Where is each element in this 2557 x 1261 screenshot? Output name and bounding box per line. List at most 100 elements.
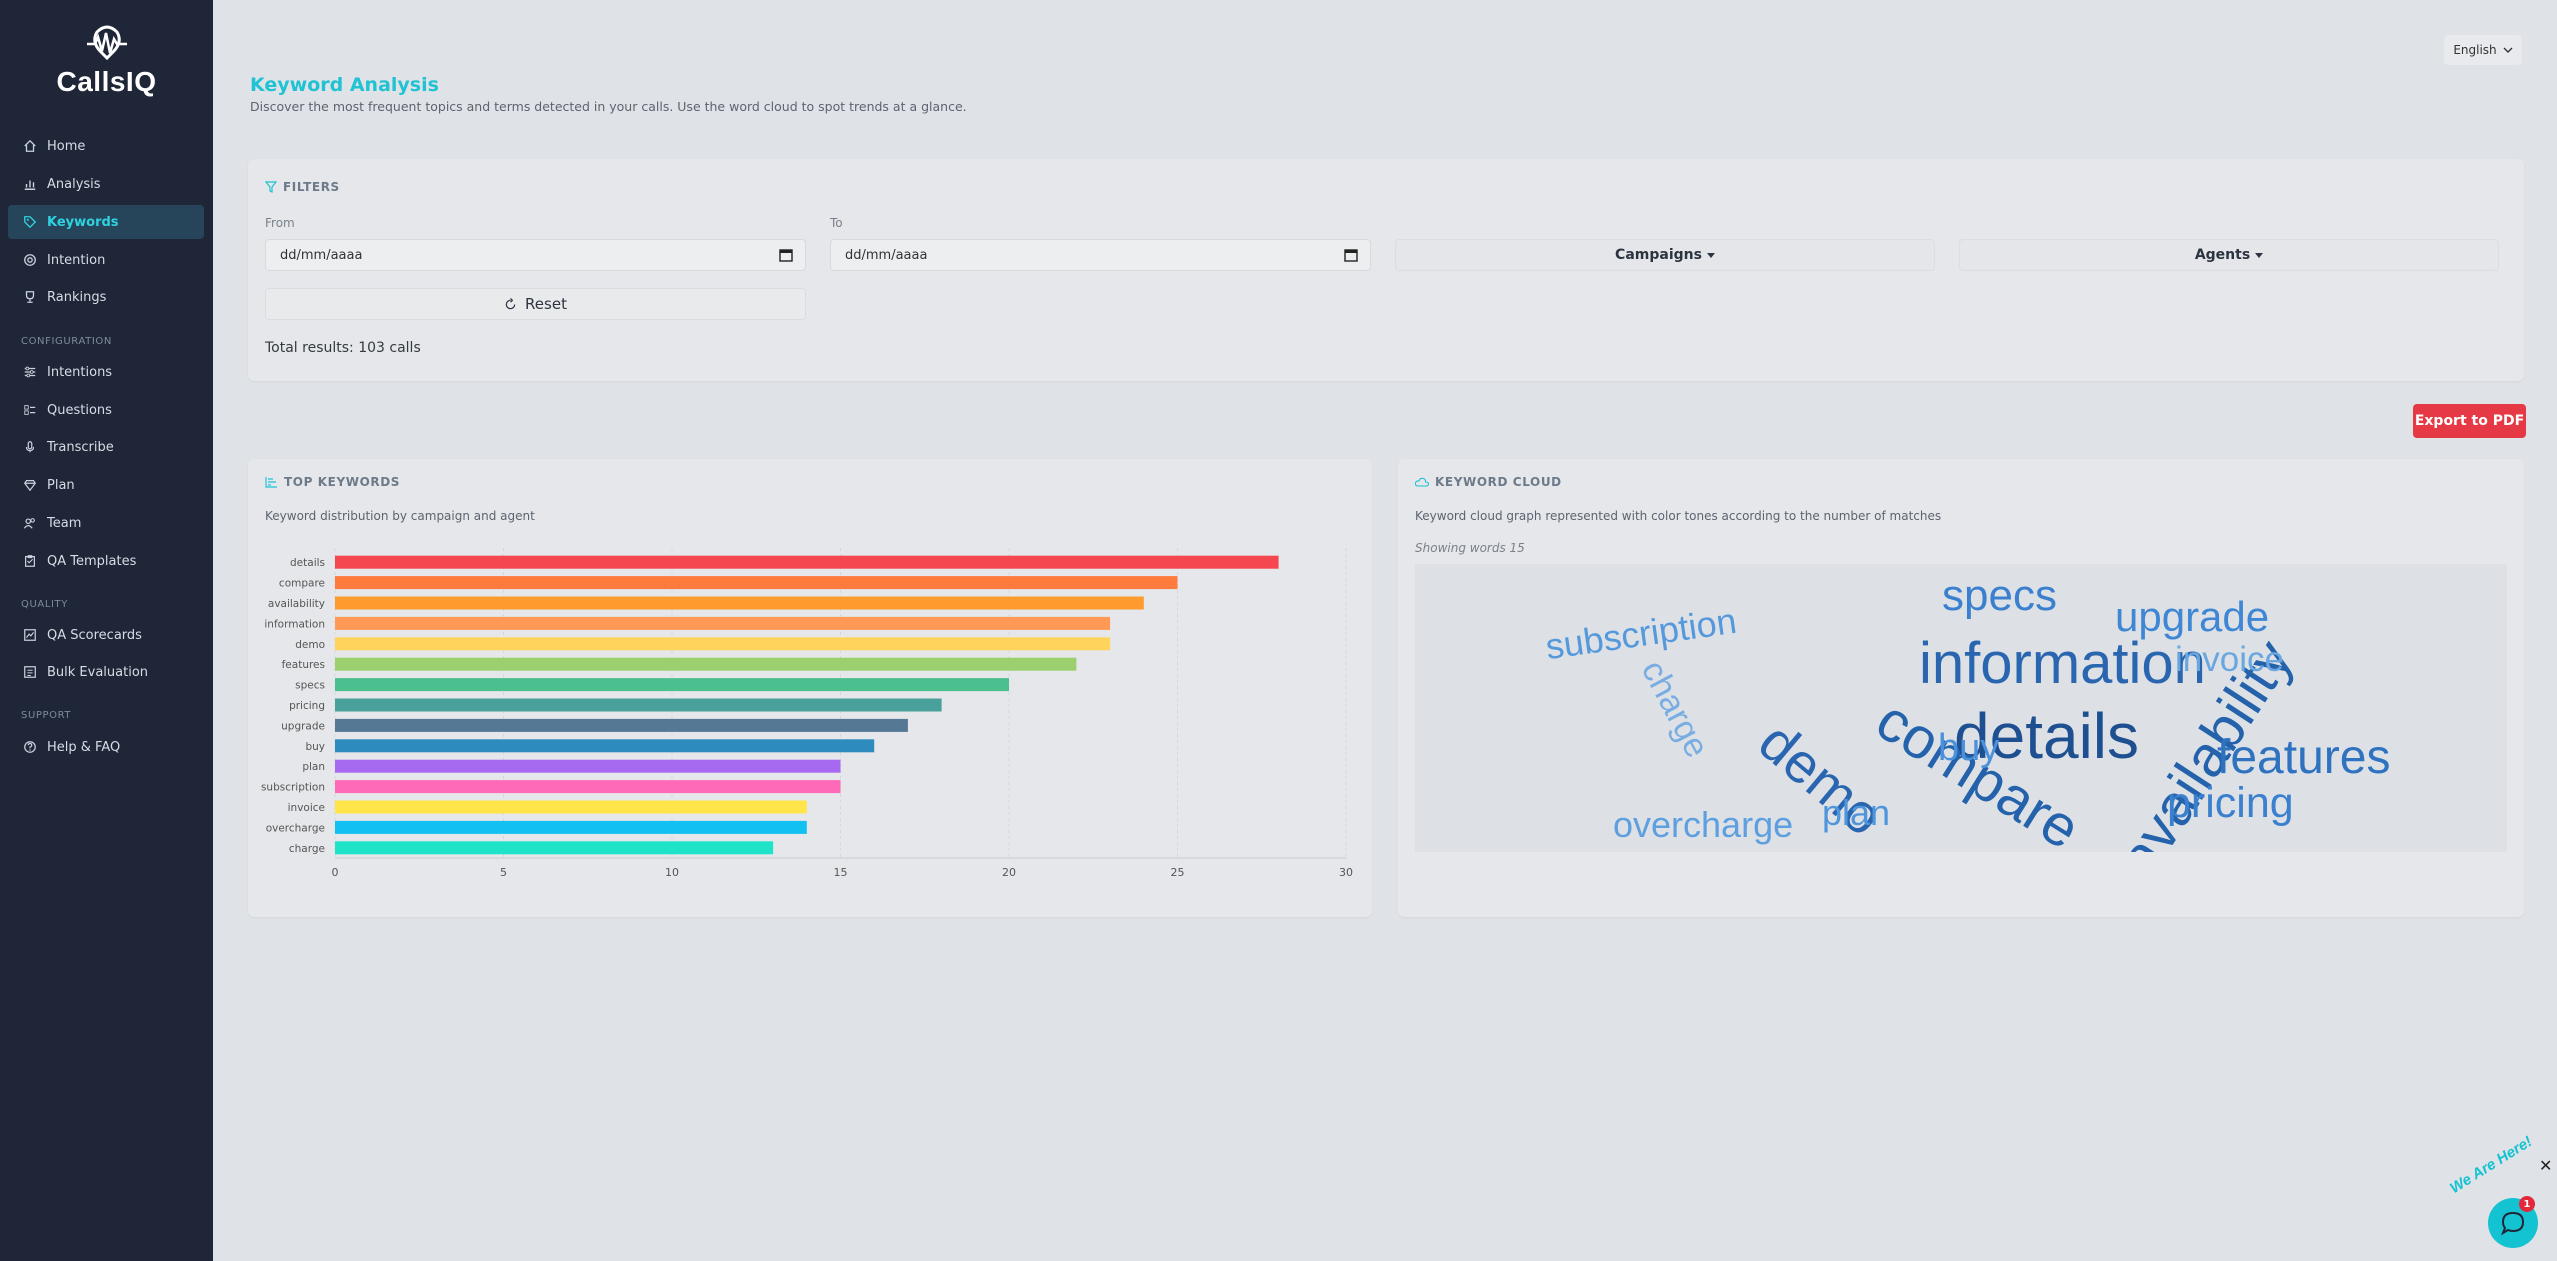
sidebar-item-qa-scorecards[interactable]: QA Scorecards [8, 618, 204, 652]
logo[interactable]: CallsIQ [0, 24, 213, 98]
bar-pricing[interactable] [335, 698, 942, 712]
home-icon [22, 138, 38, 154]
campaigns-dropdown[interactable]: Campaigns [1395, 239, 1935, 271]
sidebar: CallsIQ Home Analysis Keywords Intention… [0, 0, 213, 1261]
x-tick-label: 20 [1002, 866, 1016, 879]
sidebar-item-help-faq[interactable]: Help & FAQ [8, 730, 204, 764]
chat-banner-text: We Are Here! [2446, 1133, 2536, 1197]
cloud-word-plan[interactable]: plan [1822, 795, 1890, 831]
bar-compare[interactable] [335, 576, 1178, 590]
bar-demo[interactable] [335, 637, 1111, 651]
sidebar-item-qa-templates[interactable]: QA Templates [8, 544, 204, 578]
cloud-word-features[interactable]: features [2217, 734, 2390, 782]
sidebar-item-home[interactable]: Home [8, 129, 204, 163]
total-results: Total results: 103 calls [265, 340, 421, 356]
cloud-word-charge[interactable]: charge [1634, 654, 1716, 764]
y-tick-label: compare [279, 578, 325, 590]
showing-words-count: Showing words 15 [1415, 541, 1525, 555]
calendar-icon[interactable] [1344, 248, 1358, 262]
cloud-word-pricing[interactable]: pricing [2167, 782, 2294, 825]
x-tick-label: 10 [665, 866, 679, 879]
bar-buy[interactable] [335, 739, 875, 753]
to-date-placeholder: dd/mm/aaaa [845, 247, 928, 263]
sidebar-item-label: Intention [47, 252, 106, 268]
sidebar-item-label: Plan [47, 477, 75, 493]
sidebar-item-intention[interactable]: Intention [8, 243, 204, 277]
y-tick-label: details [290, 557, 325, 569]
bar-overcharge[interactable] [335, 820, 807, 834]
sidebar-item-rankings[interactable]: Rankings [8, 280, 204, 314]
language-dropdown[interactable]: English [2444, 35, 2522, 65]
y-tick-label: specs [295, 680, 325, 692]
sidebar-item-label: Team [47, 515, 82, 531]
top-keywords-title-text: TOP KEYWORDS [284, 475, 401, 489]
y-tick-label: overcharge [266, 822, 325, 834]
bar-information[interactable] [335, 616, 1111, 630]
cloud-word-overcharge[interactable]: overcharge [1613, 807, 1793, 843]
page-title: Keyword Analysis [250, 74, 439, 96]
bar-details[interactable] [335, 555, 1279, 569]
sidebar-item-keywords[interactable]: Keywords [8, 205, 204, 239]
bar-list-icon [265, 477, 277, 488]
y-tick-label: subscription [261, 782, 325, 794]
reset-button[interactable]: Reset [265, 288, 806, 320]
close-icon[interactable]: ✕ [2539, 1156, 2552, 1175]
x-tick-label: 30 [1339, 866, 1353, 879]
bar-invoice[interactable] [335, 800, 807, 814]
x-tick-label: 5 [500, 866, 507, 879]
sidebar-item-label: Keywords [47, 214, 119, 230]
from-date-input[interactable]: dd/mm/aaaa [265, 239, 806, 271]
sidebar-item-bulk-evaluation[interactable]: Bulk Evaluation [8, 655, 204, 689]
y-tick-label: information [264, 618, 325, 630]
cloud-word-subscription[interactable]: subscription [1543, 600, 1739, 667]
x-tick-label: 25 [1171, 866, 1185, 879]
sidebar-item-team[interactable]: Team [8, 506, 204, 540]
y-tick-label: pricing [289, 700, 325, 712]
cloud-word-upgrade[interactable]: upgrade [2115, 596, 2269, 638]
sidebar-item-transcribe[interactable]: Transcribe [8, 430, 204, 464]
keyword-cloud-description: Keyword cloud graph represented with col… [1415, 509, 1942, 523]
calendar-icon[interactable] [779, 248, 793, 262]
bar-upgrade[interactable] [335, 718, 908, 732]
logo-text: CallsIQ [56, 66, 157, 97]
to-date-input[interactable]: dd/mm/aaaa [830, 239, 1371, 271]
reset-label: Reset [525, 295, 567, 313]
y-tick-label: invoice [288, 802, 325, 814]
bar-plan[interactable] [335, 759, 841, 773]
sidebar-item-label: Questions [47, 402, 112, 418]
sidebar-item-analysis[interactable]: Analysis [8, 167, 204, 201]
sidebar-item-label: Analysis [47, 176, 101, 192]
export-pdf-button[interactable]: Export to PDF [2413, 404, 2526, 438]
cloud-word-information[interactable]: information [1919, 635, 2206, 693]
bar-features[interactable] [335, 657, 1077, 671]
bar-subscription[interactable] [335, 780, 841, 794]
x-tick-label: 0 [332, 866, 339, 879]
agents-label: Agents [2194, 247, 2251, 263]
y-tick-label: charge [289, 843, 325, 855]
sidebar-item-plan[interactable]: Plan [8, 468, 204, 502]
diamond-icon [22, 477, 38, 493]
bar-charge[interactable] [335, 841, 774, 855]
sidebar-section-support: SUPPORT [21, 710, 72, 721]
sidebar-item-label: Help & FAQ [47, 739, 121, 755]
chevron-down-icon [2503, 47, 2513, 53]
campaigns-label: Campaigns [1615, 247, 1702, 263]
tag-icon [22, 214, 38, 230]
cloud-word-invoice[interactable]: invoice [2175, 642, 2284, 677]
sidebar-item-questions[interactable]: Questions [8, 393, 204, 427]
language-label: English [2453, 43, 2497, 57]
sidebar-section-quality: QUALITY [21, 599, 68, 610]
bar-chart-icon [22, 176, 38, 192]
bar-specs[interactable] [335, 678, 1009, 692]
help-icon [22, 739, 38, 755]
sidebar-item-label: QA Scorecards [47, 627, 142, 643]
sidebar-item-label: QA Templates [47, 553, 137, 569]
agents-dropdown[interactable]: Agents [1959, 239, 2499, 271]
bar-availability[interactable] [335, 596, 1144, 610]
cloud-word-specs[interactable]: specs [1942, 574, 2057, 618]
sidebar-item-intentions[interactable]: Intentions [8, 355, 204, 389]
cloud-word-buy[interactable]: buy [1938, 729, 1999, 767]
logo-icon [86, 25, 127, 61]
scorecard-icon [22, 627, 38, 643]
list-check-icon [22, 402, 38, 418]
